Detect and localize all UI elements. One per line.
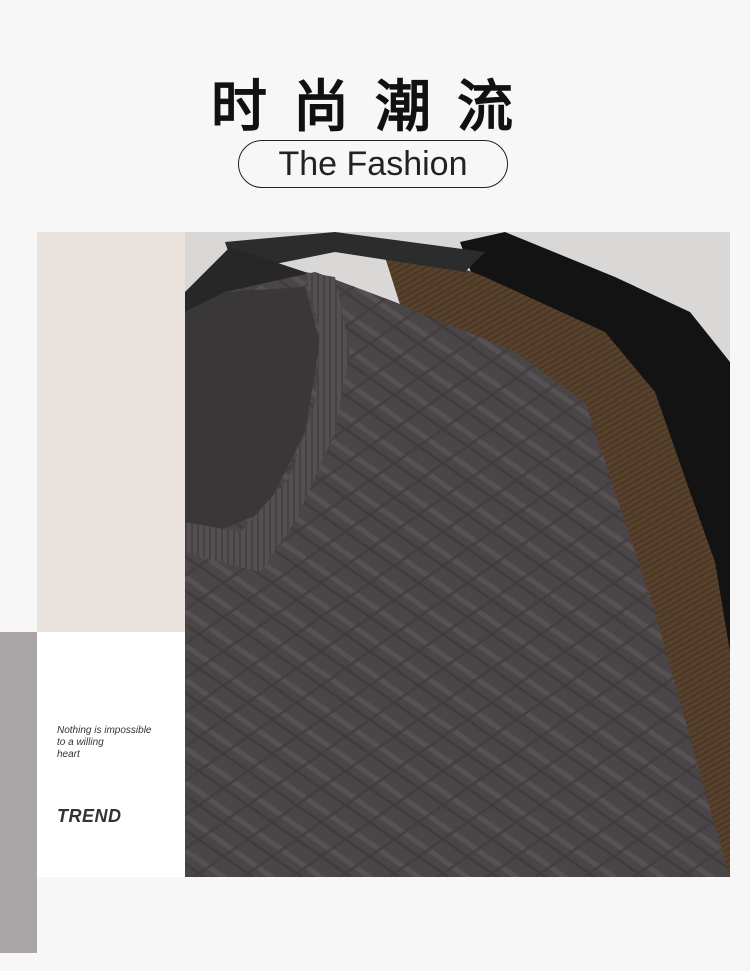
subtitle-pill: The Fashion	[238, 140, 508, 188]
beige-accent-block	[37, 232, 185, 632]
quote-text: Nothing is impossible to a willing heart	[57, 725, 177, 761]
product-photo	[185, 232, 730, 877]
sweater-photo-illustration	[185, 232, 730, 877]
gray-accent-bar	[0, 632, 37, 953]
quote-line-3: heart	[57, 749, 80, 760]
quote-line-2: to a willing	[57, 737, 104, 748]
quote-line-1: Nothing is impossible	[57, 725, 152, 736]
page-title: 时尚潮流	[211, 75, 539, 140]
trend-label: TREND	[57, 806, 122, 826]
subtitle-text: The Fashion	[278, 144, 468, 183]
